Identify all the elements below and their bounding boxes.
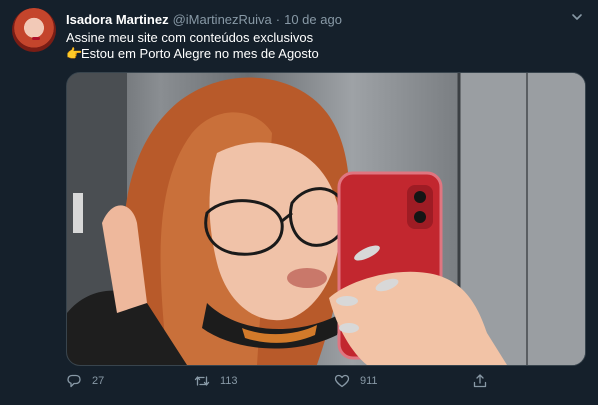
- reply-button[interactable]: 27: [66, 373, 104, 389]
- like-icon: [334, 374, 350, 388]
- author-name[interactable]: Isadora Martinez: [66, 12, 169, 27]
- author-handle[interactable]: @iMartinezRuiva: [173, 12, 272, 27]
- like-count: 911: [360, 375, 378, 387]
- avatar[interactable]: [12, 8, 56, 52]
- tweet-header: Isadora Martinez @iMartinezRuiva · 10 de…: [66, 10, 342, 28]
- share-icon: [473, 374, 487, 388]
- like-button[interactable]: 911: [334, 373, 378, 389]
- reply-count: 27: [92, 375, 105, 387]
- retweet-button[interactable]: 113: [194, 373, 238, 389]
- tweet-text-line-2: 👉Estou em Porto Alegre no mes de Agosto: [66, 46, 319, 62]
- share-button[interactable]: [472, 373, 488, 389]
- tweet-text-line-1: Assine meu site com conteúdos exclusivos: [66, 30, 314, 45]
- separator: ·: [275, 11, 281, 27]
- retweet-icon: [194, 376, 210, 386]
- reply-icon: [67, 374, 81, 388]
- tweet-text-line-2-content: Estou em Porto Alegre no mes de Agosto: [81, 46, 319, 61]
- tweet-actions: 27 113 911: [66, 373, 506, 391]
- tweet-text: Assine meu site com conteúdos exclusivos…: [66, 30, 319, 62]
- tweet-card[interactable]: Isadora Martinez @iMartinezRuiva · 10 de…: [0, 0, 598, 405]
- retweet-count: 113: [220, 375, 238, 387]
- caret-down-icon[interactable]: [570, 10, 584, 24]
- tweet-photo[interactable]: [66, 72, 586, 366]
- pointing-hand-icon: 👉: [66, 46, 83, 61]
- tweet-timestamp[interactable]: 10 de ago: [284, 12, 342, 27]
